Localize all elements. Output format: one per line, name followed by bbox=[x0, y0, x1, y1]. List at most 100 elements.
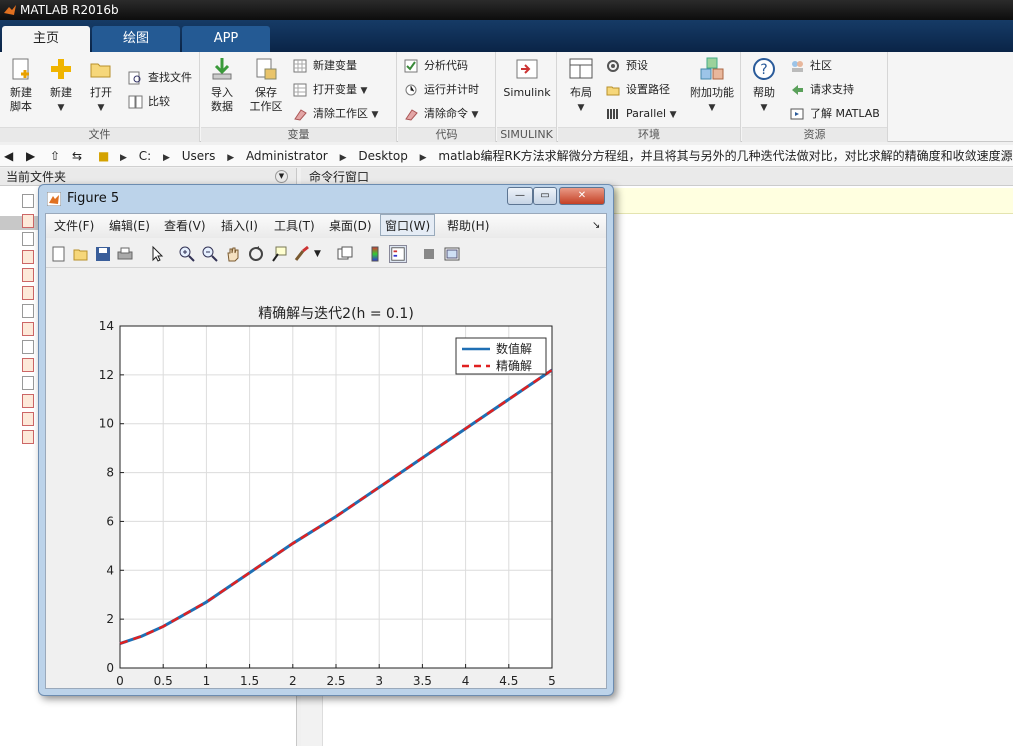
set-path-button[interactable]: 设置路径 bbox=[606, 80, 670, 100]
menu-desktop[interactable]: 桌面(D) bbox=[329, 214, 372, 238]
preferences-button[interactable]: 预设 bbox=[606, 56, 648, 76]
browse-folder-icon[interactable]: ⇆ bbox=[72, 145, 82, 166]
new-variable-button[interactable]: 新建变量 bbox=[293, 56, 357, 76]
maximize-button[interactable]: ▭ bbox=[533, 187, 557, 205]
m-file-icon[interactable] bbox=[22, 394, 34, 408]
brush-dropdown-icon[interactable]: ▼ bbox=[314, 245, 332, 263]
open-file-icon[interactable] bbox=[72, 245, 90, 263]
m-file-icon[interactable] bbox=[22, 322, 34, 336]
y-tick-label: 2 bbox=[106, 612, 114, 626]
data-cursor-icon[interactable] bbox=[270, 245, 288, 263]
figure-window[interactable]: Figure 5 — ▭ ✕ 文件(F) 编辑(E) 查看(V) 插入(I) 工… bbox=[38, 184, 614, 696]
m-file-icon[interactable] bbox=[22, 412, 34, 426]
parallel-button[interactable]: Parallel ▼ bbox=[606, 104, 677, 124]
new-script-button[interactable]: 新建 脚本 bbox=[2, 56, 40, 114]
clear-workspace-button[interactable]: 清除工作区 ▼ bbox=[293, 104, 378, 124]
print-icon[interactable] bbox=[116, 245, 134, 263]
x-tick-label: 0 bbox=[116, 674, 124, 688]
minimize-button[interactable]: — bbox=[507, 187, 533, 205]
analyze-code-button[interactable]: 分析代码 bbox=[404, 56, 468, 76]
tab-home[interactable]: 主页 bbox=[2, 26, 90, 52]
file-icon[interactable] bbox=[22, 340, 34, 354]
tab-plots[interactable]: 绘图 bbox=[92, 26, 180, 52]
gear-icon bbox=[607, 60, 619, 72]
pan-hand-icon[interactable] bbox=[224, 245, 242, 263]
m-file-icon[interactable] bbox=[22, 250, 34, 264]
rotate-3d-icon[interactable] bbox=[247, 245, 265, 263]
new-label: 新建 bbox=[50, 86, 72, 99]
insert-colorbar-icon[interactable] bbox=[366, 245, 384, 263]
community-button[interactable]: 社区 bbox=[790, 56, 832, 76]
import-data-button[interactable]: 导入 数据 bbox=[203, 56, 241, 114]
breadcrumb-project-folder[interactable]: matlab编程RK方法求解微分方程组，并且将其与另外的几种迭代法做对比，对比求… bbox=[438, 149, 1013, 163]
m-file-icon[interactable] bbox=[22, 286, 34, 300]
save-icon[interactable] bbox=[94, 245, 112, 263]
new-button[interactable]: 新建 ▼ bbox=[42, 56, 80, 115]
breadcrumb-administrator[interactable]: Administrator bbox=[246, 149, 328, 163]
find-files-button[interactable]: 查找文件 bbox=[128, 68, 192, 88]
file-icon[interactable] bbox=[22, 194, 34, 208]
resources-group: ? 帮助 ▼ 社区 请求支持 了解 MATLAB 资源 bbox=[742, 52, 888, 142]
app-title: MATLAB R2016b bbox=[20, 3, 119, 17]
add-ons-label: 附加功能 bbox=[690, 86, 734, 99]
breadcrumb-users[interactable]: Users bbox=[182, 149, 216, 163]
x-tick-label: 1.5 bbox=[240, 674, 259, 688]
layout-button[interactable]: 布局 ▼ bbox=[562, 56, 600, 115]
hide-plot-tools-icon[interactable] bbox=[420, 245, 438, 263]
add-ons-button[interactable]: 附加功能 ▼ bbox=[686, 56, 738, 115]
menu-tools[interactable]: 工具(T) bbox=[274, 214, 315, 238]
help-button[interactable]: ? 帮助 ▼ bbox=[746, 56, 782, 115]
tab-apps[interactable]: APP bbox=[182, 26, 270, 52]
line-chart[interactable]: 0 0.5 1 1.5 2 2.5 3 3.5 4 4.5 5 0 2 4 6 8 10 12 14 精确解与迭代2(… bbox=[46, 270, 606, 688]
clear-commands-button[interactable]: 清除命令 ▼ bbox=[404, 104, 478, 124]
run-and-time-button[interactable]: 运行并计时 bbox=[404, 80, 479, 100]
menu-dock-arrow-icon[interactable]: ↘ bbox=[592, 214, 600, 238]
compare-icon bbox=[128, 95, 143, 109]
brush-icon[interactable] bbox=[293, 245, 311, 263]
link-plot-icon[interactable] bbox=[336, 245, 354, 263]
learn-matlab-button[interactable]: 了解 MATLAB bbox=[790, 104, 880, 124]
menu-edit[interactable]: 编辑(E) bbox=[109, 214, 150, 238]
menu-view[interactable]: 查看(V) bbox=[164, 214, 206, 238]
selected-file-row[interactable] bbox=[0, 216, 40, 230]
app-titlebar: MATLAB R2016b bbox=[0, 0, 1013, 20]
breadcrumb-c[interactable]: C: bbox=[139, 149, 151, 163]
breadcrumb-desktop[interactable]: Desktop bbox=[358, 149, 408, 163]
back-arrow-icon[interactable]: ◀ bbox=[4, 145, 13, 166]
plot-area[interactable]: 0 0.5 1 1.5 2 2.5 3 3.5 4 4.5 5 0 2 4 6 8 10 12 14 精确解与迭代2(… bbox=[46, 270, 606, 688]
simulink-button[interactable]: Simulink bbox=[501, 56, 553, 100]
up-folder-icon[interactable]: ⇧ bbox=[50, 145, 60, 166]
menu-file[interactable]: 文件(F) bbox=[54, 214, 94, 238]
figure-toolbar: ▼ bbox=[46, 240, 606, 268]
forward-arrow-icon[interactable]: ▶ bbox=[26, 145, 35, 166]
panel-menu-icon[interactable]: ▼ bbox=[275, 170, 288, 183]
y-tick-label: 6 bbox=[106, 514, 114, 528]
new-figure-icon[interactable] bbox=[50, 245, 68, 263]
m-file-icon[interactable] bbox=[22, 268, 34, 282]
new-script-label-1: 新建 bbox=[10, 86, 32, 99]
compare-button[interactable]: 比较 bbox=[128, 92, 170, 112]
address-bar: ◀ ▶ ⇧ ⇆ ■ ▶ C: ▶ Users ▶ Administrator ▶… bbox=[0, 145, 1013, 167]
file-icon[interactable] bbox=[22, 232, 34, 246]
open-variable-button[interactable]: 打开变量 ▼ bbox=[293, 80, 367, 100]
m-file-icon[interactable] bbox=[22, 358, 34, 372]
menu-window[interactable]: 窗口(W) bbox=[380, 214, 436, 236]
edit-plot-arrow-icon[interactable] bbox=[148, 245, 166, 263]
zoom-in-icon[interactable] bbox=[178, 245, 196, 263]
menu-help[interactable]: 帮助(H) bbox=[447, 214, 489, 238]
clear-workspace-label: 清除工作区 bbox=[313, 107, 368, 120]
m-file-icon[interactable] bbox=[22, 214, 34, 228]
request-support-button[interactable]: 请求支持 bbox=[790, 80, 854, 100]
show-plot-tools-icon[interactable] bbox=[443, 245, 461, 263]
insert-legend-icon[interactable] bbox=[389, 245, 407, 263]
open-button[interactable]: 打开 ▼ bbox=[82, 56, 120, 115]
command-window-title: 命令行窗口 bbox=[309, 170, 370, 184]
save-workspace-button[interactable]: 保存 工作区 bbox=[245, 56, 287, 114]
file-icon[interactable] bbox=[22, 376, 34, 390]
clear-workspace-caret-icon: ▼ bbox=[371, 110, 379, 120]
file-icon[interactable] bbox=[22, 304, 34, 318]
m-file-icon[interactable] bbox=[22, 430, 34, 444]
zoom-out-icon[interactable] bbox=[201, 245, 219, 263]
close-button[interactable]: ✕ bbox=[559, 187, 605, 205]
menu-insert[interactable]: 插入(I) bbox=[221, 214, 258, 238]
